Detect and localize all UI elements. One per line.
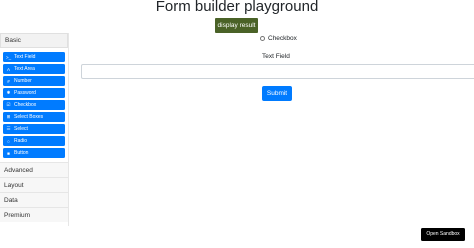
list-icon: ☰ [6, 126, 11, 131]
checkbox-label: Checkbox [268, 35, 297, 42]
component-text-field[interactable]: >_ Text Field [3, 52, 65, 62]
component-checkbox[interactable]: ☑ Checkbox [3, 100, 65, 110]
component-label: Number [14, 78, 32, 84]
category-advanced[interactable]: Advanced [0, 162, 68, 177]
component-radio[interactable]: ○ Radio [3, 136, 65, 146]
component-label: Checkbox [14, 102, 37, 108]
component-label: Password [14, 90, 36, 96]
plus-square-icon: ⊞ [6, 114, 11, 119]
category-basic[interactable]: Basic [0, 33, 68, 48]
component-label: Select Boxes [14, 114, 44, 120]
asterisk-icon: ✱ [6, 90, 11, 95]
component-text-area[interactable]: A Text Area [3, 64, 65, 74]
font-icon: A [6, 66, 10, 72]
component-label: Text Field [14, 54, 36, 60]
circle-icon: ○ [7, 138, 10, 144]
open-sandbox-button[interactable]: Open Sandbox [421, 228, 465, 241]
component-label: Radio [14, 138, 28, 144]
category-layout[interactable]: Layout [0, 177, 68, 192]
component-label: Select [14, 126, 28, 132]
component-select[interactable]: ☰ Select [3, 124, 65, 134]
component-select-boxes[interactable]: ⊞ Select Boxes [3, 112, 65, 122]
textfield-label: Text Field [262, 53, 290, 60]
check-square-icon: ☑ [6, 102, 11, 107]
checkbox-field: Checkbox [260, 34, 297, 43]
terminal-icon: >_ [5, 54, 12, 60]
category-data[interactable]: Data [0, 192, 68, 207]
hashtag-icon: # [7, 78, 10, 84]
textfield-input[interactable] [81, 64, 474, 79]
component-password[interactable]: ✱ Password [3, 88, 65, 98]
stop-icon: ■ [7, 150, 10, 156]
component-number[interactable]: # Number [3, 76, 65, 86]
display-result-button[interactable]: display result [215, 18, 258, 33]
component-label: Button [14, 150, 29, 156]
checkbox-input[interactable] [260, 36, 265, 41]
component-button[interactable]: ■ Button [3, 148, 65, 158]
components-sidebar: Basic >_ Text Field A Text Area # Number… [0, 33, 69, 226]
basic-components-list: >_ Text Field A Text Area # Number ✱ Pas… [0, 48, 68, 162]
component-label: Text Area [14, 66, 35, 72]
category-premium[interactable]: Premium [0, 207, 68, 222]
submit-button[interactable]: Submit [262, 86, 292, 101]
page-title: Form builder playground [155, 0, 319, 15]
